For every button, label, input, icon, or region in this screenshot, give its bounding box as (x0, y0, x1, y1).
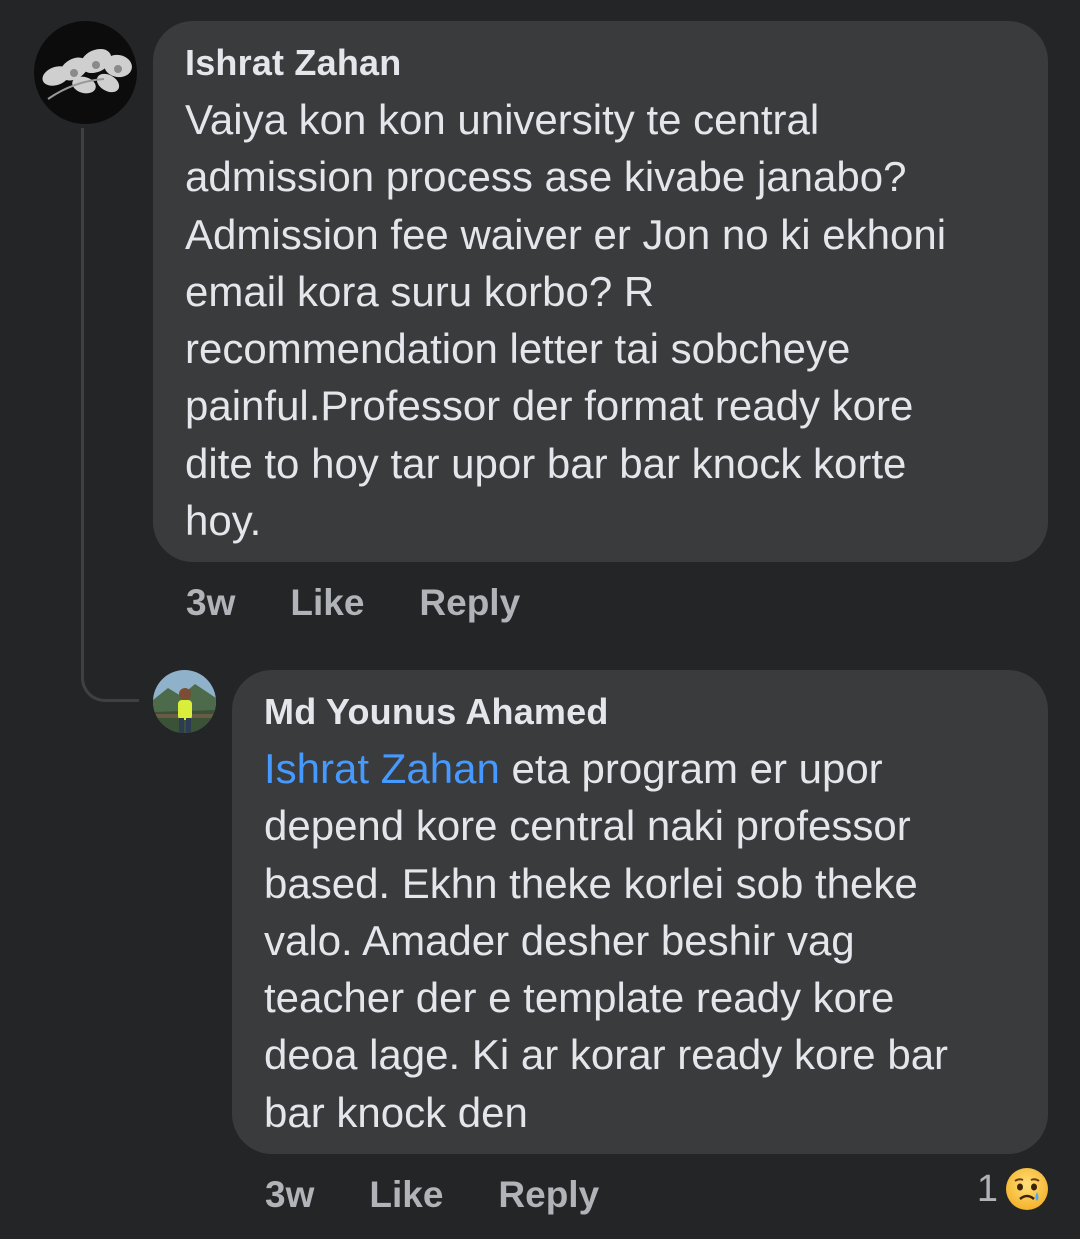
reply-author[interactable]: Md Younus Ahamed (264, 690, 1014, 734)
thread-line (81, 128, 84, 680)
comment-author[interactable]: Ishrat Zahan (185, 41, 1014, 85)
avatar[interactable] (153, 670, 216, 733)
person-photo-avatar-icon (153, 670, 216, 733)
like-button[interactable]: Like (369, 1173, 443, 1217)
comment-time[interactable]: 3w (186, 581, 235, 625)
reply-button[interactable]: Reply (498, 1173, 599, 1217)
orchid-avatar-icon (34, 21, 137, 124)
avatar[interactable] (34, 21, 137, 124)
reaction-count: 1 (976, 1167, 998, 1210)
like-button[interactable]: Like (290, 581, 364, 625)
thread-connector (81, 652, 139, 702)
comment-text: Vaiya kon kon university te central admi… (185, 96, 947, 545)
comment-bubble: Ishrat Zahan Vaiya kon kon university te… (153, 21, 1048, 562)
reply-time[interactable]: 3w (265, 1173, 314, 1217)
mention-link[interactable]: Ishrat Zahan (264, 745, 500, 792)
sad-reaction-icon (1006, 1168, 1048, 1210)
reply-bubble: Md Younus Ahamed Ishrat Zahan eta progra… (232, 670, 1048, 1154)
reply-actions: 3w Like Reply (265, 1173, 654, 1217)
reply-text: Ishrat Zahan eta program er upor depend … (264, 740, 1014, 1141)
reply-button[interactable]: Reply (419, 581, 520, 625)
reply-text-body: eta program er upor depend kore central … (264, 745, 949, 1136)
reaction-summary[interactable]: 1 (977, 1166, 1050, 1212)
comment-actions: 3w Like Reply (186, 581, 575, 625)
